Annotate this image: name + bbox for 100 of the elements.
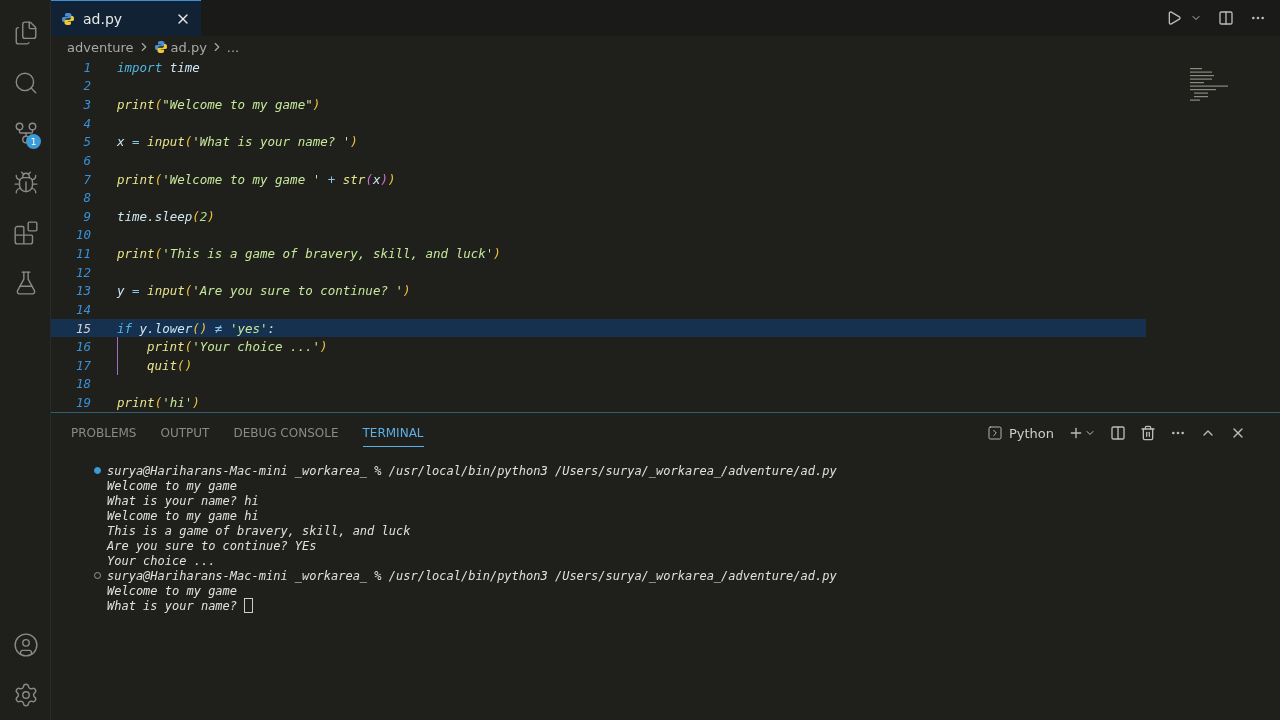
terminal-command: surya@Hariharans-Mac-mini _workarea_ % /usr/local/bin/python3 /Users/surya/_workarea_/adventure/ad.py	[107, 463, 837, 478]
code-text: ≠	[213, 320, 224, 336]
terminal-output: Your choice ...	[107, 553, 216, 568]
code-text: time.sleep	[117, 208, 193, 224]
shell-name[interactable]: Python	[1008, 425, 1054, 441]
code-text: (	[184, 283, 193, 299]
panel-tab[interactable]: OUTPUT	[160, 419, 210, 447]
code-text: import	[117, 59, 163, 75]
code-text: =	[131, 283, 141, 299]
code-text: ()	[192, 320, 208, 336]
line-number: 11	[74, 246, 92, 262]
editor-tab[interactable]: ad.py	[51, 0, 201, 36]
code-text: (	[154, 395, 163, 411]
count-badge: 1	[26, 134, 41, 149]
python-file-icon	[153, 40, 168, 54]
code-text: (	[154, 246, 163, 262]
code-text: 'Are you sure to continue? '	[192, 283, 403, 299]
code-text: )	[387, 171, 396, 187]
code-text: :	[267, 320, 276, 336]
source-control-icon[interactable]	[13, 120, 39, 146]
code-text: 2	[199, 208, 208, 224]
code-text: )	[320, 339, 328, 355]
line-number: 17	[74, 357, 92, 373]
code-text: x	[117, 134, 125, 150]
line-number: 9	[82, 208, 92, 224]
terminal-output: This is a game of bravery, skill, and luck	[107, 523, 411, 538]
trash-icon[interactable]	[1140, 425, 1156, 441]
terminal-output: What is your name? hi	[107, 493, 259, 508]
code-text: (	[154, 171, 163, 187]
code-text: )	[350, 134, 358, 150]
panel-tab[interactable]: DEBUG CONSOLE	[233, 419, 339, 447]
code-text: )	[192, 395, 200, 411]
python-file-icon	[61, 11, 75, 26]
code-text: =	[131, 134, 141, 150]
code-text: +	[326, 171, 337, 187]
code-text: x	[372, 171, 381, 187]
line-number: 19	[74, 395, 92, 411]
code-text: 'Welcome to my game '	[162, 171, 321, 187]
breadcrumb-more[interactable]: ...	[226, 39, 240, 55]
code-text: print	[117, 97, 155, 113]
code-text: (	[365, 171, 373, 187]
code-text: (	[184, 339, 193, 355]
breadcrumb-file[interactable]: ad.py	[170, 39, 207, 55]
code-text: print	[147, 339, 185, 355]
code-text: (	[192, 208, 200, 224]
code-text: y.lower	[138, 320, 193, 336]
code-text: quit	[147, 357, 178, 373]
split-terminal-icon[interactable]	[1110, 425, 1126, 441]
terminal-icon[interactable]	[986, 425, 1003, 441]
code-text: (	[184, 134, 193, 150]
code-text: input	[147, 134, 185, 150]
terminal-output: What is your name?	[107, 598, 238, 613]
code-text: ()	[177, 357, 193, 373]
line-number: 8	[82, 190, 92, 206]
code-text: y	[117, 283, 125, 299]
line-number: 3	[82, 97, 92, 113]
terminal-output: Are you sure to continue? YEs	[107, 538, 317, 553]
panel-tab[interactable]: TERMINAL	[362, 419, 424, 447]
line-number: 5	[82, 134, 92, 150]
code-text: 'Your choice ...'	[192, 339, 321, 355]
code-text: )	[380, 171, 388, 187]
terminal-output: Welcome to my game	[107, 583, 238, 598]
code-text: 'hi'	[162, 395, 193, 411]
line-number: 14	[74, 301, 92, 317]
line-number: 16	[74, 339, 92, 355]
split-editor-icon[interactable]	[1218, 10, 1234, 26]
panel-tab[interactable]: PROBLEMS	[71, 419, 137, 447]
code-text: "Welcome to my game"	[162, 97, 313, 113]
line-number: 4	[82, 115, 92, 131]
line-number: 6	[82, 152, 92, 168]
code-text: (	[154, 97, 163, 113]
line-number: 18	[74, 376, 92, 392]
line-number: 2	[82, 78, 92, 94]
breadcrumb-folder[interactable]: adventure	[67, 39, 134, 55]
account-icon[interactable]	[13, 632, 39, 658]
line-number: 7	[82, 171, 92, 187]
code-text: print	[117, 246, 155, 262]
line-number: 1	[82, 59, 92, 75]
line-number: 13	[74, 283, 92, 299]
line-number: 12	[74, 264, 92, 280]
code-text: 'yes'	[229, 320, 268, 336]
code-text: )	[207, 208, 215, 224]
add-icon[interactable]	[1068, 425, 1084, 441]
code-text: str	[342, 171, 366, 187]
minimap-drawing	[1190, 68, 1228, 101]
code-text: )	[403, 283, 411, 299]
code-text: input	[147, 283, 185, 299]
search-icon[interactable]	[13, 70, 39, 96]
settings-icon[interactable]	[13, 682, 39, 708]
line-number: 15	[74, 320, 92, 336]
code-text: time	[168, 59, 200, 75]
code-text: )	[312, 97, 321, 113]
files-icon[interactable]	[13, 20, 39, 46]
terminal-command: surya@Hariharans-Mac-mini _workarea_ % /usr/local/bin/python3 /Users/surya/_workarea_/adventure/ad.py	[107, 568, 837, 583]
extensions-icon[interactable]	[13, 220, 39, 246]
code-text: 'This is a game of bravery, skill, and luck'	[162, 246, 494, 262]
code-text: 'What is your name? '	[192, 134, 351, 150]
terminal-output: Welcome to my game hi	[107, 508, 259, 523]
code-text: print	[117, 171, 155, 187]
line-number: 10	[74, 227, 92, 243]
